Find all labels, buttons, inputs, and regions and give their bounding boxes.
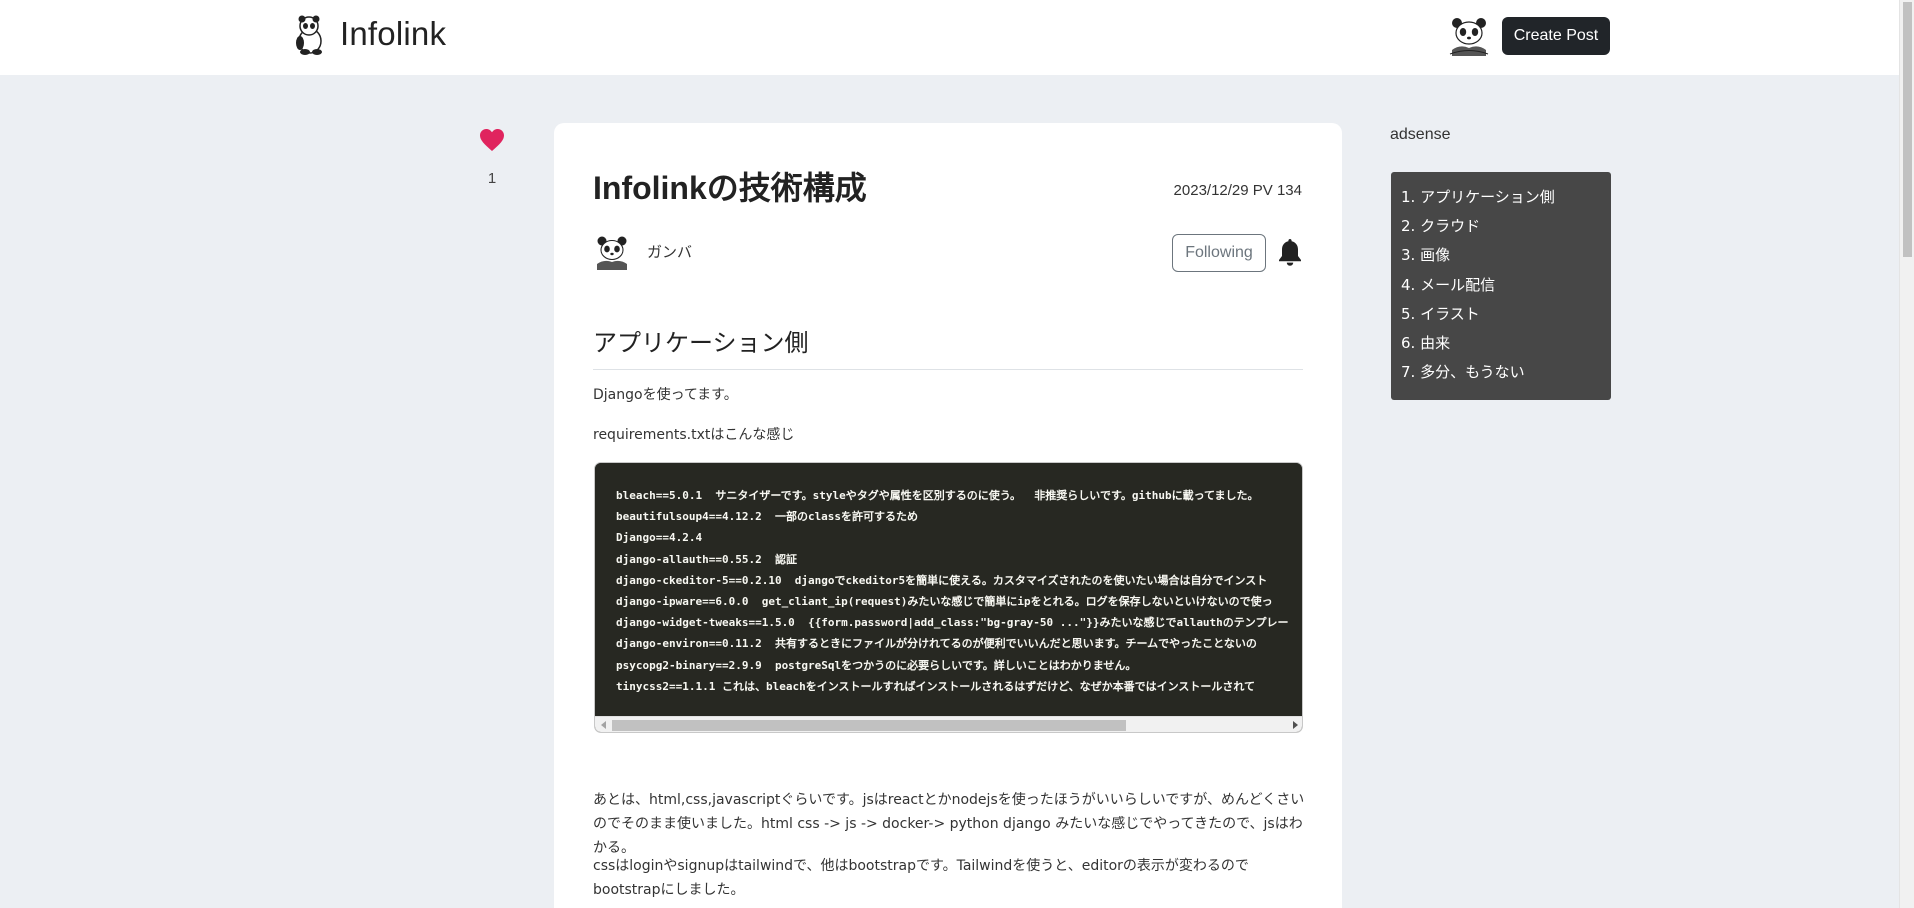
code-content: bleach==5.0.1 サニタイザーです。styleやタグや属性を区別するの… [595, 463, 1302, 716]
toc-item[interactable]: 5. イラスト [1401, 303, 1611, 332]
code-line: django-allauth==0.55.2 認証 [616, 552, 797, 566]
page-scrollbar-thumb[interactable] [1903, 2, 1912, 257]
site-logo[interactable]: Infolink [288, 12, 446, 56]
section-heading: アプリケーション側 [593, 329, 809, 357]
toc-item[interactable]: 4. メール配信 [1401, 274, 1611, 303]
toc-item[interactable]: 7. 多分、もうない [1401, 361, 1611, 390]
site-header: Infolink Create Post [0, 0, 1899, 75]
user-avatar[interactable] [1446, 14, 1492, 60]
code-line: tinycss2==1.1.1 これは、bleachをインストールすればインスト… [616, 679, 1256, 693]
page-scrollbar[interactable] [1899, 0, 1914, 908]
create-post-button[interactable]: Create Post [1502, 17, 1610, 55]
author-name[interactable]: ガンバ [647, 241, 692, 262]
code-block: bleach==5.0.1 サニタイザーです。styleやタグや属性を区別するの… [594, 462, 1303, 733]
scroll-left-arrow-icon[interactable] [601, 721, 606, 729]
code-line: psycopg2-binary==2.9.9 postgreSqlをつかうのに必… [616, 658, 1137, 672]
paragraph: あとは、html,css,javascriptぐらいです。jsはreactとかn… [593, 792, 1305, 856]
code-line: beautifulsoup4==4.12.2 一部のclassを許可するため [616, 510, 919, 524]
paragraph: requirements.txtはこんな感じ [593, 427, 795, 443]
panda-logo-icon [296, 15, 322, 55]
article-meta: 2023/12/29 PV 134 [1173, 182, 1302, 199]
code-horizontal-scrollbar[interactable] [595, 716, 1302, 732]
article-card: Infolinkの技術構成 2023/12/29 PV 134 ガンバ Foll… [554, 123, 1342, 908]
like-count: 1 [487, 170, 497, 187]
section-divider [593, 369, 1303, 370]
adsense-label: adsense [1390, 126, 1451, 143]
article-title: Infolinkの技術構成 [593, 170, 867, 206]
code-line: bleach==5.0.1 サニタイザーです。styleやタグや属性を区別するの… [616, 489, 1259, 502]
paragraph: Djangoを使ってます。 [593, 387, 738, 403]
toc-item[interactable]: 2. クラウド [1401, 215, 1611, 244]
table-of-contents: 1. アプリケーション側 2. クラウド 3. 画像 4. メール配信 5. イ… [1391, 172, 1611, 400]
following-button[interactable]: Following [1172, 234, 1266, 272]
toc-item[interactable]: 1. アプリケーション側 [1401, 186, 1611, 215]
code-line: Django==4.2.4 [616, 531, 703, 545]
code-scrollbar-thumb[interactable] [612, 720, 1126, 731]
bell-icon[interactable] [1277, 237, 1303, 267]
logo-text: Infolink [340, 15, 447, 52]
paragraph: cssはloginやsignupはtailwindで、他はbootstrapです… [593, 858, 1249, 898]
code-line: django-widget-tweaks==1.5.0 {{form.passw… [616, 616, 1289, 630]
scroll-right-arrow-icon[interactable] [1293, 721, 1298, 729]
heart-icon [480, 129, 504, 151]
code-line: django-environ==0.11.2 共有するときにファイルが分けれてる… [616, 637, 1257, 651]
code-line: django-ckeditor-5==0.2.10 djangoでckedito… [616, 573, 1268, 587]
toc-item[interactable]: 3. 画像 [1401, 244, 1611, 273]
like-button[interactable] [476, 128, 508, 156]
code-line: django-ipware==6.0.0 get_cliant_ip(reque… [616, 595, 1273, 609]
toc-item[interactable]: 6. 由来 [1401, 332, 1611, 361]
author-avatar[interactable] [592, 233, 632, 273]
